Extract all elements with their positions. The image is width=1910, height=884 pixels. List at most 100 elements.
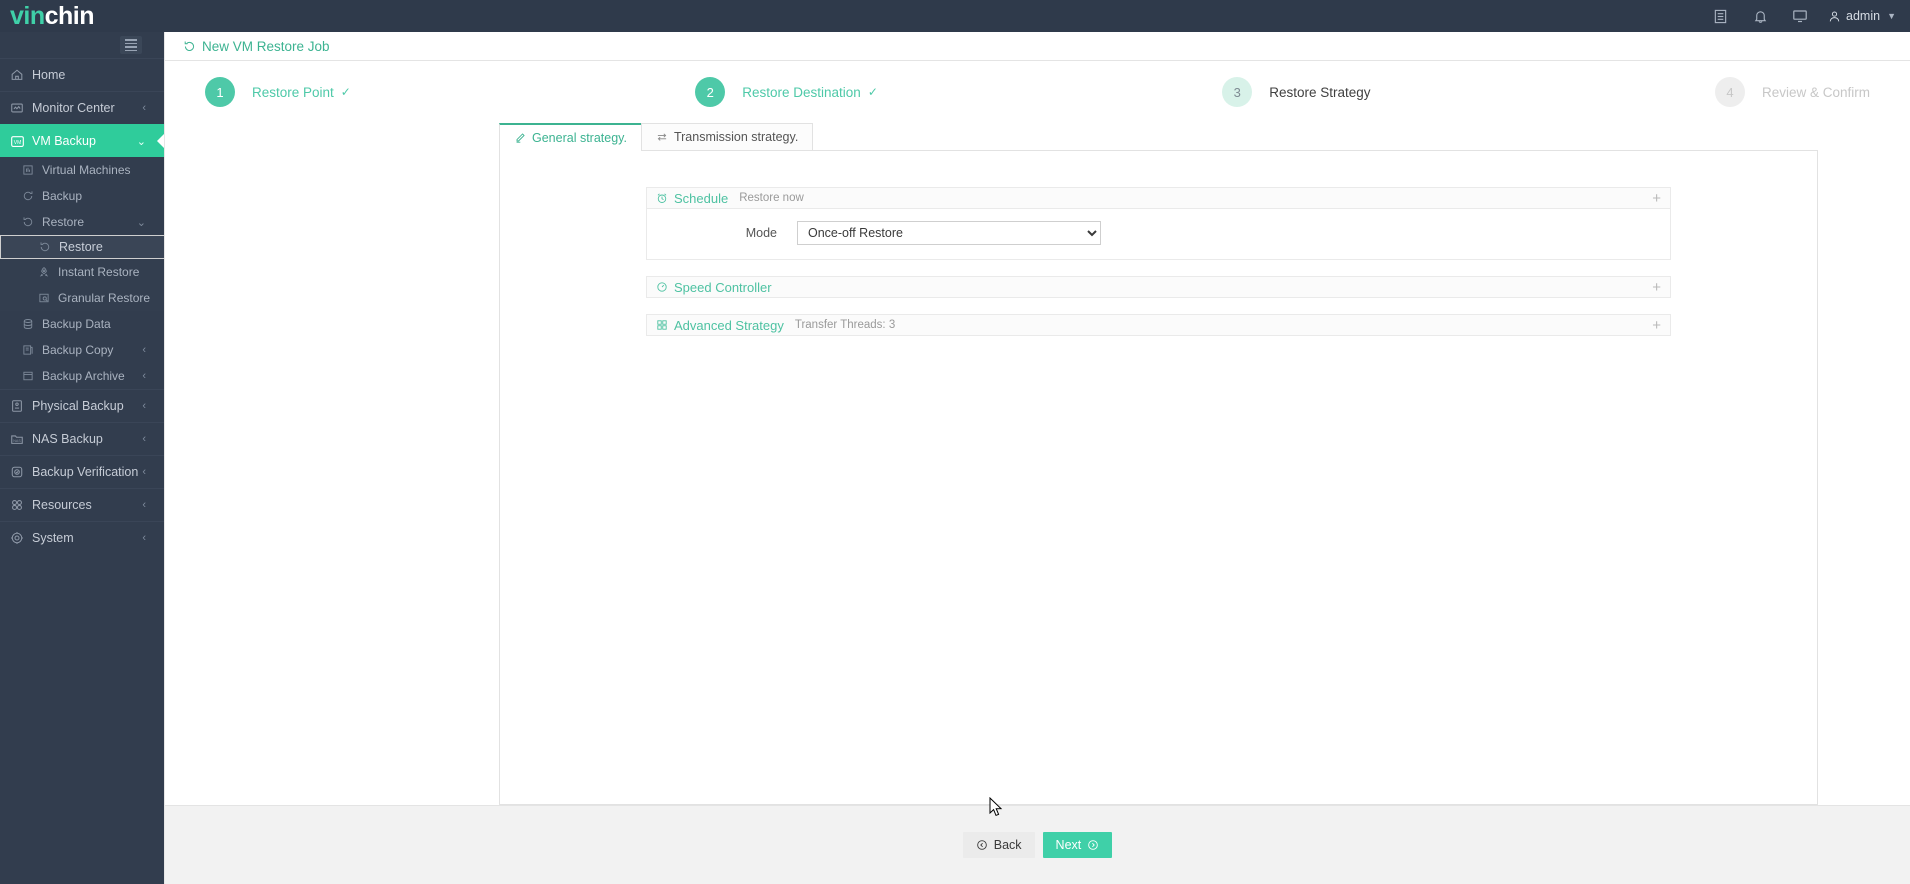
tab-label: General strategy. <box>532 131 627 145</box>
backup-icon <box>22 190 42 202</box>
brand-part-2: chin <box>44 2 95 30</box>
sidebar-item-backup-copy[interactable]: Backup Copy ‹ <box>0 337 164 363</box>
user-menu[interactable]: admin ▼ <box>1820 0 1896 32</box>
grid-icon <box>656 319 668 331</box>
gauge-icon <box>656 281 668 293</box>
wizard-step-2[interactable]: 2 Restore Destination ✓ <box>695 77 878 107</box>
restore-icon <box>183 40 196 53</box>
back-button[interactable]: Back <box>962 832 1035 858</box>
expand-plus-icon[interactable]: + <box>1652 280 1661 295</box>
expand-plus-icon[interactable]: + <box>1652 318 1661 333</box>
alarm-clock-icon <box>656 192 668 204</box>
sidebar-item-label: Granular Restore <box>58 291 151 305</box>
rocket-icon <box>38 266 58 278</box>
log-icon[interactable] <box>1700 0 1740 32</box>
expand-plus-icon[interactable]: + <box>1652 191 1661 206</box>
step-label: Restore Point <box>252 84 334 100</box>
step-label: Review & Confirm <box>1761 84 1870 100</box>
sidebar-item-granular-restore[interactable]: Granular Restore <box>0 285 164 311</box>
granular-icon <box>38 292 58 304</box>
transfer-icon <box>656 131 668 143</box>
sidebar-item-system[interactable]: System ‹ <box>0 521 164 554</box>
copy-icon <box>22 344 42 356</box>
sidebar-item-label: Virtual Machines <box>42 163 131 177</box>
sidebar-item-restore-group[interactable]: Restore ⌄ <box>0 209 164 235</box>
step-number: 3 <box>1222 77 1253 107</box>
chevron-down-icon: ⌄ <box>136 135 146 148</box>
chevron-left-icon: ‹ <box>142 400 146 412</box>
archive-icon <box>22 370 42 382</box>
arrow-left-icon <box>976 840 987 850</box>
panel-speed-controller-header[interactable]: Speed Controller + <box>646 276 1671 298</box>
step-label: Restore Destination <box>742 84 861 100</box>
main-content: New VM Restore Job 1 Restore Point ✓ 2 R… <box>164 32 1910 884</box>
check-icon: ✓ <box>340 85 351 99</box>
panel-title: Speed Controller <box>674 279 772 295</box>
gear-icon <box>10 531 32 545</box>
sidebar-item-restore[interactable]: Restore <box>0 235 164 259</box>
sidebar-item-resources[interactable]: Resources ‹ <box>0 488 164 521</box>
sidebar-item-label: Restore <box>59 240 103 254</box>
sidebar-item-backup-data[interactable]: Backup Data <box>0 311 164 337</box>
panel-speed-controller: Speed Controller + <box>646 276 1671 298</box>
sidebar-item-label: Backup Data <box>42 317 111 331</box>
sidebar: Home Monitor Center ‹ VM VM Backup ⌄ Vir… <box>0 32 164 884</box>
database-icon <box>22 318 42 330</box>
sidebar-item-label: Backup Copy <box>42 343 114 357</box>
bell-icon[interactable] <box>1740 0 1780 32</box>
chevron-left-icon: ‹ <box>142 344 146 356</box>
chevron-left-icon: ‹ <box>142 499 146 511</box>
panel-advanced-strategy-header[interactable]: Advanced Strategy Transfer Threads: 3 + <box>646 314 1671 336</box>
wizard-step-4: 4 Review & Confirm <box>1714 77 1870 107</box>
sidebar-item-instant-restore[interactable]: Instant Restore <box>0 259 164 285</box>
wizard-step-1[interactable]: 1 Restore Point ✓ <box>205 77 351 107</box>
wizard-step-3[interactable]: 3 Restore Strategy <box>1222 77 1371 107</box>
tab-transmission-strategy[interactable]: Transmission strategy. <box>640 123 814 150</box>
home-icon <box>10 68 32 82</box>
tab-general-strategy[interactable]: General strategy. <box>499 123 642 151</box>
panel-title: Advanced Strategy <box>674 317 784 333</box>
chevron-left-icon: ‹ <box>142 466 146 478</box>
sidebar-item-label: Backup <box>42 189 83 203</box>
panel-schedule-header[interactable]: Schedule Restore now + <box>646 187 1671 209</box>
sidebar-item-label: Resources <box>32 498 92 512</box>
top-bar-actions: admin ▼ <box>1700 0 1910 32</box>
sidebar-item-label: System <box>32 531 74 545</box>
monitor-center-icon <box>10 101 32 115</box>
sidebar-item-vm-backup[interactable]: VM VM Backup ⌄ <box>0 124 164 157</box>
pencil-icon <box>514 132 526 144</box>
page-header: New VM Restore Job <box>165 32 1910 61</box>
brand-logo[interactable]: vinchin <box>0 0 164 32</box>
sidebar-item-label: Home <box>32 68 66 82</box>
sidebar-item-backup[interactable]: Backup <box>0 183 164 209</box>
sidebar-item-label: Restore <box>42 215 85 229</box>
sidebar-item-virtual-machines[interactable]: Virtual Machines <box>0 157 164 183</box>
svg-text:NAS: NAS <box>13 439 21 443</box>
check-icon: ✓ <box>867 85 878 99</box>
sidebar-item-label: Physical Backup <box>32 399 124 413</box>
restore-icon <box>22 216 42 228</box>
verify-icon <box>10 465 32 479</box>
sidebar-item-backup-verification[interactable]: Backup Verification ‹ <box>0 455 164 488</box>
chevron-left-icon: ‹ <box>142 370 146 382</box>
back-button-label: Back <box>993 838 1022 852</box>
sidebar-item-nas-backup[interactable]: NAS NAS Backup ‹ <box>0 422 164 455</box>
sidebar-item-label: Backup Archive <box>42 369 125 383</box>
mode-select[interactable]: Once-off Restore <box>797 221 1101 245</box>
mode-label: Mode <box>745 226 777 240</box>
sidebar-collapse-button[interactable] <box>120 36 142 54</box>
tab-bar: General strategy. Transmission strategy. <box>165 123 1910 151</box>
resources-icon <box>10 498 32 512</box>
nas-icon: NAS <box>10 432 32 446</box>
brand-part-1: vin <box>10 2 45 30</box>
sidebar-item-home[interactable]: Home <box>0 58 164 91</box>
sidebar-item-physical-backup[interactable]: Physical Backup ‹ <box>0 389 164 422</box>
top-bar: vinchin admin ▼ <box>0 0 1910 32</box>
sidebar-item-label: Instant Restore <box>58 265 140 279</box>
chevron-left-icon: ‹ <box>142 532 146 544</box>
next-button[interactable]: Next <box>1042 832 1113 858</box>
tab-label: Transmission strategy. <box>673 130 799 144</box>
monitor-icon[interactable] <box>1780 0 1820 32</box>
sidebar-item-monitor-center[interactable]: Monitor Center ‹ <box>0 91 164 124</box>
sidebar-item-backup-archive[interactable]: Backup Archive ‹ <box>0 363 164 389</box>
